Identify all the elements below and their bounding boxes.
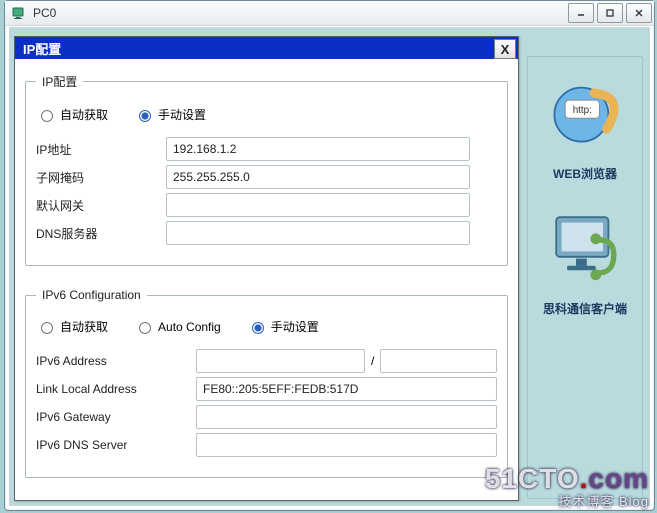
dialog-body: IP配置 自动获取 手动设置 IP地址 — [15, 59, 518, 510]
ipv6-group: IPv6 Configuration 自动获取 Auto Config 手 — [25, 288, 508, 478]
dialog-close-button[interactable]: X — [494, 39, 516, 59]
ipv6-mode-row: 自动获取 Auto Config 手动设置 — [36, 318, 497, 335]
ip-address-input[interactable] — [166, 137, 470, 161]
ipv6-manual-label: 手动设置 — [271, 318, 319, 335]
cisco-client-icon — [535, 196, 635, 296]
maximize-button[interactable] — [597, 3, 623, 23]
close-icon: X — [501, 42, 510, 57]
close-window-button[interactable] — [626, 3, 652, 23]
ipv4-auto-radio[interactable] — [41, 110, 53, 122]
ipv6-autoconf-option[interactable]: Auto Config — [134, 319, 221, 334]
ipv4-mode-row: 自动获取 手动设置 — [36, 106, 497, 123]
ipv6-address-label: IPv6 Address — [36, 354, 196, 368]
ipv6-legend: IPv6 Configuration — [36, 288, 147, 302]
ipv6-manual-radio[interactable] — [252, 322, 264, 334]
ipv6-auto-radio[interactable] — [41, 322, 53, 334]
link-local-input[interactable] — [196, 377, 497, 401]
ipv6-autoconf-radio[interactable] — [139, 322, 151, 334]
outer-window-title: PC0 — [33, 6, 56, 20]
outer-window: PC0 http: WEB浏览器 — [4, 0, 655, 511]
ipv6-auto-label: 自动获取 — [60, 318, 108, 335]
link-local-label: Link Local Address — [36, 382, 196, 396]
ip-address-label: IP地址 — [36, 141, 166, 158]
ipv6-dns-input[interactable] — [196, 433, 497, 457]
ipv6-address-input[interactable] — [196, 349, 365, 373]
ipv6-auto-option[interactable]: 自动获取 — [36, 318, 108, 335]
svg-text:http:: http: — [573, 105, 592, 116]
ipv6-gateway-label: IPv6 Gateway — [36, 410, 196, 424]
web-browser-label: WEB浏览器 — [534, 165, 636, 182]
right-panel: http: WEB浏览器 思科通信客户 — [527, 56, 643, 499]
web-browser-item[interactable]: http: WEB浏览器 — [534, 61, 636, 182]
ipv4-manual-label: 手动设置 — [158, 106, 206, 123]
default-gateway-input[interactable] — [166, 193, 470, 217]
ipv6-gateway-input[interactable] — [196, 405, 497, 429]
subnet-mask-input[interactable] — [166, 165, 470, 189]
ipv6-manual-option[interactable]: 手动设置 — [247, 318, 319, 335]
window-controls — [568, 3, 652, 23]
ip-config-dialog: IP配置 X IP配置 自动获取 手动设置 — [14, 36, 519, 501]
dns-server-label: DNS服务器 — [36, 225, 166, 242]
cisco-client-label: 思科通信客户端 — [534, 300, 636, 317]
ipv6-prefix-slash: / — [365, 354, 380, 368]
outer-titlebar: PC0 — [5, 1, 654, 26]
ipv4-legend: IP配置 — [36, 73, 83, 90]
minimize-button[interactable] — [568, 3, 594, 23]
subnet-mask-label: 子网掩码 — [36, 169, 166, 186]
ipv6-dns-label: IPv6 DNS Server — [36, 438, 196, 452]
ipv4-manual-option[interactable]: 手动设置 — [134, 106, 206, 123]
outer-body: http: WEB浏览器 思科通信客户 — [9, 27, 650, 506]
dialog-title: IP配置 — [23, 39, 61, 58]
ipv6-prefix-input[interactable] — [380, 349, 497, 373]
ipv4-auto-label: 自动获取 — [60, 106, 108, 123]
app-icon — [11, 5, 27, 21]
web-browser-icon: http: — [535, 61, 635, 161]
dns-server-input[interactable] — [166, 221, 470, 245]
ipv4-group: IP配置 自动获取 手动设置 IP地址 — [25, 73, 508, 266]
ipv4-manual-radio[interactable] — [139, 110, 151, 122]
ipv6-autoconf-label: Auto Config — [158, 320, 221, 334]
default-gateway-label: 默认网关 — [36, 197, 166, 214]
cisco-client-item[interactable]: 思科通信客户端 — [534, 196, 636, 317]
ipv4-auto-option[interactable]: 自动获取 — [36, 106, 108, 123]
dialog-titlebar: IP配置 X — [15, 37, 518, 59]
